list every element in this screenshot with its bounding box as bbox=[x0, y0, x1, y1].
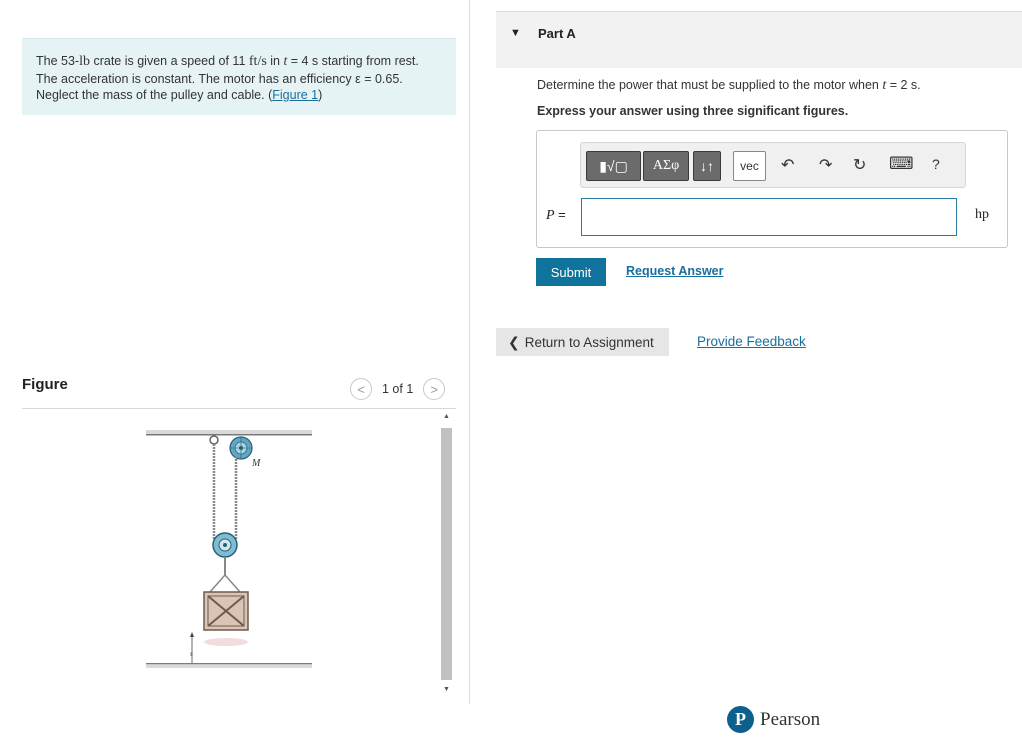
motor-icon bbox=[229, 436, 253, 460]
help-icon[interactable]: ? bbox=[932, 156, 940, 172]
column-divider bbox=[469, 0, 470, 704]
prev-figure-button[interactable]: < bbox=[350, 378, 372, 400]
figure-rule bbox=[22, 408, 456, 409]
math-toolbar: ▮√▢ ΑΣφ ↓↑ vec ↶ ↷ ↻ ⌨ ? bbox=[580, 142, 966, 188]
instruction-text: Express your answer using three signific… bbox=[537, 104, 849, 118]
pearson-name: Pearson bbox=[760, 708, 821, 730]
chevron-left-icon: < bbox=[357, 381, 365, 397]
scroll-up-icon[interactable]: ▲ bbox=[443, 413, 450, 420]
pearson-brand: P Pearson bbox=[727, 706, 820, 733]
templates-button[interactable]: ▮√▢ bbox=[586, 151, 641, 181]
redo-icon[interactable]: ↷ bbox=[819, 155, 832, 175]
problem-text-1: The 53- bbox=[36, 54, 80, 68]
figure-title: Figure bbox=[22, 376, 68, 393]
crate-icon bbox=[203, 591, 249, 631]
question-pre: Determine the power that must be supplie… bbox=[537, 78, 883, 92]
figure-pager: < 1 of 1 > bbox=[350, 378, 446, 400]
question-text: Determine the power that must be supplie… bbox=[537, 78, 921, 94]
part-a-header[interactable]: ▼ Part A bbox=[496, 11, 1022, 68]
problem-text-2: crate is given a speed of 11 bbox=[89, 54, 249, 68]
pager-count: 1 of 1 bbox=[382, 382, 414, 396]
answer-label: P = bbox=[546, 207, 566, 224]
pulley-crate-diagram: M s bbox=[146, 430, 312, 668]
chevron-right-icon: > bbox=[430, 381, 439, 397]
pulley-icon bbox=[212, 532, 238, 558]
distance-label: s bbox=[190, 650, 193, 658]
answer-label-equals: = bbox=[554, 207, 566, 222]
problem-statement: The 53-lb crate is given a speed of 11 f… bbox=[22, 38, 456, 115]
figure-scrollbar[interactable]: ▲ ▼ bbox=[439, 413, 454, 695]
scroll-down-icon[interactable]: ▼ bbox=[443, 686, 450, 693]
mass-unit: lb bbox=[79, 54, 90, 69]
answer-label-variable: P bbox=[546, 208, 555, 223]
greek-symbols-button[interactable]: ΑΣφ bbox=[643, 151, 689, 181]
next-figure-button[interactable]: > bbox=[423, 378, 446, 400]
return-to-assignment-button[interactable]: ❮ Return to Assignment bbox=[496, 328, 669, 356]
provide-feedback-link[interactable]: Provide Feedback bbox=[697, 334, 806, 349]
scroll-thumb[interactable] bbox=[441, 428, 452, 680]
question-post: = 2 s. bbox=[886, 78, 921, 92]
answer-unit: hp bbox=[975, 207, 989, 222]
problem-text-3: in bbox=[266, 54, 284, 68]
motor-label: M bbox=[251, 458, 261, 469]
figure-link[interactable]: Figure 1 bbox=[272, 88, 318, 102]
arrows-button[interactable]: ↓↑ bbox=[693, 151, 721, 181]
keyboard-icon[interactable]: ⌨ bbox=[889, 154, 914, 174]
vector-button[interactable]: vec bbox=[733, 151, 766, 181]
submit-button[interactable]: Submit bbox=[536, 258, 606, 286]
collapse-caret-icon[interactable]: ▼ bbox=[510, 27, 521, 39]
problem-text-5: ) bbox=[318, 88, 323, 102]
figure-image: M s bbox=[140, 420, 320, 680]
reset-icon[interactable]: ↻ bbox=[853, 155, 866, 175]
floor bbox=[146, 664, 312, 668]
part-title: Part A bbox=[538, 26, 576, 41]
pearson-logo-icon: P bbox=[727, 706, 754, 733]
chevron-left-icon: ❮ bbox=[508, 333, 520, 350]
undo-icon[interactable]: ↶ bbox=[781, 155, 794, 175]
request-answer-link[interactable]: Request Answer bbox=[626, 264, 723, 278]
return-label: Return to Assignment bbox=[524, 334, 654, 350]
answer-input[interactable] bbox=[581, 198, 957, 236]
speed-unit: ft/s bbox=[248, 54, 267, 69]
